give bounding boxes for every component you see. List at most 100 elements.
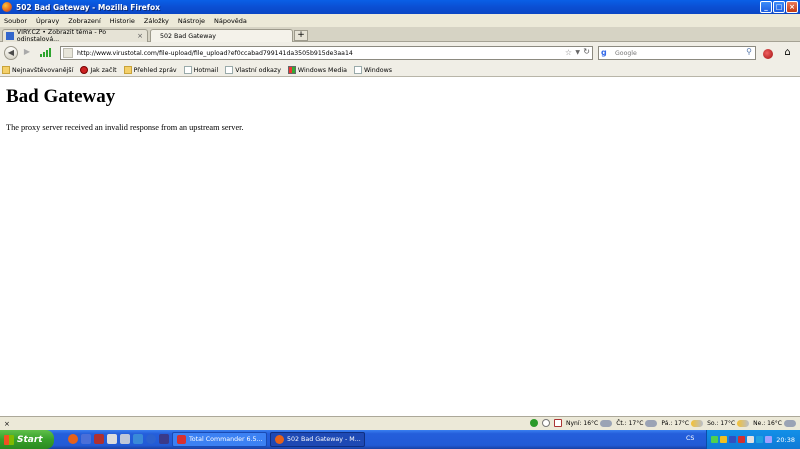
weather-now: Nyní: 16°C [565,419,613,427]
tab-label: VIRY.CZ • Zobrazit téma - Po odinstalová… [16,29,107,43]
taskbar: Start Total Commander 6.5... 502 Bad Gat… [0,430,800,449]
statusbar-close-icon[interactable]: × [4,420,10,428]
status-green-icon[interactable] [529,419,538,427]
minimize-button[interactable]: _ [760,1,772,13]
app-quicklaunch-icon[interactable] [94,434,104,444]
reload-icon[interactable]: ↻ [583,47,590,56]
search-bar[interactable]: g ⚲ [598,46,756,60]
window-title: 502 Bad Gateway - Mozilla Firefox [16,2,160,12]
window-controls: _ □ × [760,1,798,13]
bookmark-windows-media[interactable]: Windows Media [287,66,347,74]
bookmark-jak-zacit[interactable]: Jak začít [80,66,117,74]
url-dropdown-icon[interactable]: ▼ [575,49,580,56]
start-button[interactable]: Start [0,430,54,449]
status-circle-icon[interactable] [541,419,550,427]
bookmark-label: Hotmail [193,66,219,74]
google-icon[interactable]: g [601,48,615,58]
page-content: Bad Gateway The proxy server received an… [0,78,800,416]
app-quicklaunch-icon[interactable] [120,434,130,444]
url-bar[interactable]: ☆ ▼ ↻ [60,46,593,60]
task-total-commander[interactable]: Total Commander 6.5... [172,432,267,447]
menu-zalozky[interactable]: Záložky [144,17,169,25]
search-input[interactable] [615,49,735,57]
search-icon[interactable]: ⚲ [746,47,752,56]
bookmark-windows[interactable]: Windows [353,66,393,74]
bookmark-label: Windows Media [297,66,347,74]
site-identity-icon[interactable] [63,48,73,58]
task-label: Total Commander 6.5... [189,436,263,443]
status-calendar-icon[interactable] [553,419,562,427]
app-quicklaunch-icon[interactable] [133,434,143,444]
firefox-icon [275,435,284,444]
weather-fri: Pá.: 17°C [661,419,704,427]
forward-button[interactable]: ▶ [20,46,34,60]
bookmark-prehled-zprav[interactable]: Přehled zpráv [123,66,177,74]
close-button[interactable]: × [786,1,798,13]
tray-icon[interactable] [765,436,772,443]
url-input[interactable] [77,49,557,57]
bookmarks-bar: Nejnavštěvovanější Jak začít Přehled zpr… [0,64,800,77]
windows-logo-icon [4,434,14,445]
bookmark-label: Nejnavštěvovanější [12,66,74,74]
menu-napoveda[interactable]: Nápověda [214,17,247,25]
folder-icon [2,66,10,74]
tab-close-icon[interactable]: × [137,32,143,40]
window-titlebar: 502 Bad Gateway - Mozilla Firefox _ □ × [0,0,800,14]
weather-label: Nyní: 16°C [565,419,599,427]
weather-label: Ne.: 16°C [753,419,782,427]
menu-zobrazeni[interactable]: Zobrazení [68,17,101,25]
new-tab-button[interactable]: + [294,30,308,41]
firefox-quicklaunch-icon[interactable] [68,434,78,444]
bookmark-vlastni-odkazy[interactable]: Vlastní odkazy [225,66,281,74]
clock: 20:38 [776,435,795,444]
weather-thu: Čt.: 17°C [616,419,658,427]
maximize-button[interactable]: □ [773,1,785,13]
task-label: 502 Bad Gateway - M... [287,436,361,443]
rss-folder-icon [123,66,132,74]
menu-upravy[interactable]: Úpravy [36,17,59,25]
tab-strip: VIRY.CZ • Zobrazit téma - Po odinstalová… [0,27,800,43]
app-quicklaunch-icon[interactable] [107,434,117,444]
task-firefox[interactable]: 502 Bad Gateway - M... [270,432,365,447]
tab-viry[interactable]: VIRY.CZ • Zobrazit téma - Po odinstalová… [2,29,148,43]
menu-historie[interactable]: Historie [110,17,135,25]
weather-forecast: Nyní: 16°C Čt.: 17°C Pá.: 17°C So.: 17°C… [529,419,796,427]
quick-launch [68,434,169,444]
tray-icon[interactable] [738,436,745,443]
cloud-icon [645,419,658,427]
weather-label: So.: 17°C [707,419,736,427]
app-quicklaunch-icon[interactable] [159,434,169,444]
bookmark-hotmail[interactable]: Hotmail [183,66,219,74]
cloud-icon [600,419,613,427]
error-heading: Bad Gateway [6,86,116,107]
weather-label: Čt.: 17°C [616,419,644,427]
bookmark-nejnavstevovanejsi[interactable]: Nejnavštěvovanější [2,66,73,74]
menu-nastroje[interactable]: Nástroje [178,17,205,25]
tray-icon[interactable] [711,436,718,443]
language-indicator[interactable]: CS [686,435,694,442]
ie-quicklaunch-icon[interactable] [146,434,156,444]
tray-icon[interactable] [729,436,736,443]
signal-icon [40,48,51,57]
tray-icon[interactable] [756,436,763,443]
weather-sat: So.: 17°C [707,419,750,427]
tray-icon[interactable] [747,436,754,443]
page-icon [183,66,192,74]
bookmark-label: Windows [363,66,393,74]
tray-icon[interactable] [720,436,727,443]
back-button[interactable]: ◀ [4,46,18,60]
menu-soubor[interactable]: Soubor [4,17,27,25]
bookmark-star-icon[interactable]: ☆ [565,48,572,57]
tab-bad-gateway[interactable]: 502 Bad Gateway [150,29,293,43]
bookmark-label: Přehled zpráv [133,66,177,74]
page-icon [353,66,362,74]
addon-ladybug-icon[interactable] [763,49,773,59]
error-message: The proxy server received an invalid res… [6,123,244,132]
windows-icon [287,66,296,74]
weather-sun: Ne.: 16°C [753,419,796,427]
bookmark-label: Vlastní odkazy [235,66,281,74]
app-quicklaunch-icon[interactable] [81,434,91,444]
status-bar: × Nyní: 16°C Čt.: 17°C Pá.: 17°C So.: 17… [0,416,800,430]
home-button[interactable]: ⌂ [781,46,794,59]
tab-label: 502 Bad Gateway [160,33,217,40]
